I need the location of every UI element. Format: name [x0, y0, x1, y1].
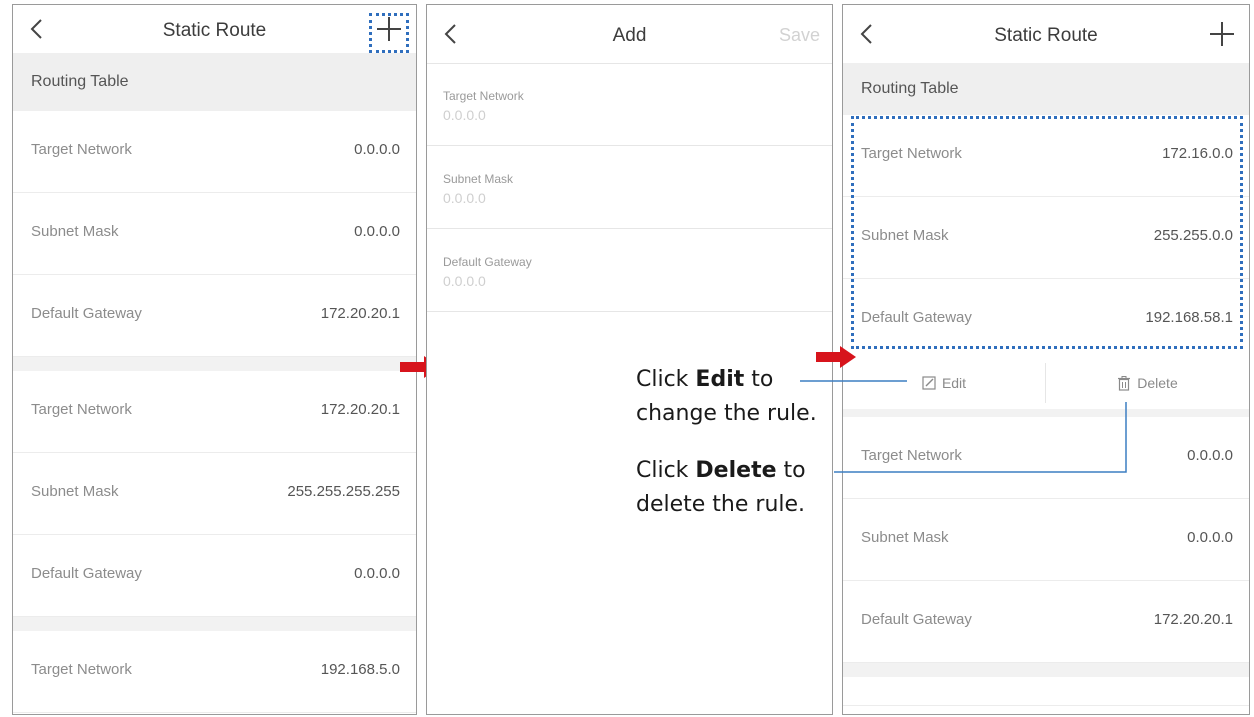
routing-table-heading: Routing Table: [843, 63, 1249, 115]
edit-icon: [922, 376, 936, 390]
route-row[interactable]: Default Gateway 172.20.20.1: [843, 581, 1249, 663]
row-value: 255.255.255.255: [287, 483, 400, 500]
edit-button[interactable]: Edit: [843, 357, 1045, 409]
row-value: 192.168.5.0: [320, 661, 400, 678]
routing-table-heading: Routing Table: [13, 53, 416, 111]
subnet-mask-input[interactable]: [443, 190, 643, 206]
row-label: Default Gateway: [31, 305, 142, 322]
red-arrow-icon: [816, 346, 856, 368]
header-bar: Static Route: [13, 5, 416, 54]
row-value: 172.20.20.1: [1153, 611, 1233, 628]
page-title: Static Route: [162, 20, 267, 41]
group-divider: [13, 617, 416, 631]
rule-actions-bar: Edit Delete: [843, 357, 1249, 410]
route-row[interactable]: Default Gateway 172.20.20.1: [13, 275, 416, 357]
default-gateway-input[interactable]: [443, 273, 643, 289]
group-divider: [843, 663, 1249, 677]
delete-label: Delete: [1137, 375, 1178, 391]
page-title: Add: [612, 25, 647, 46]
route-row[interactable]: Target Network 0.0.0.0: [843, 417, 1249, 499]
row-label: Target Network: [31, 141, 132, 158]
row-value: 0.0.0.0: [1187, 529, 1233, 546]
target-network-field: Target Network: [427, 63, 832, 146]
row-label: Target Network: [861, 447, 962, 464]
add-button-highlight: [369, 13, 409, 53]
row-value: 172.20.20.1: [320, 401, 400, 418]
group-divider: [13, 357, 416, 371]
route-row[interactable]: Subnet Mask 0.0.0.0: [13, 193, 416, 275]
edit-annotation: Click Edit to change the rule.: [636, 363, 819, 431]
route-row[interactable]: Default Gateway 0.0.0.0: [13, 535, 416, 617]
row-label: Default Gateway: [861, 611, 972, 628]
page-title: Static Route: [994, 25, 1098, 46]
row-label: Subnet Mask: [31, 483, 119, 500]
row-value: 0.0.0.0: [354, 223, 400, 240]
add-route-panel: Add Save Target Network Subnet Mask Defa…: [426, 4, 833, 715]
row-label: Default Gateway: [31, 565, 142, 582]
row-label: Subnet Mask: [861, 529, 949, 546]
route-row[interactable]: Target Network 172.20.20.1: [13, 371, 416, 453]
delete-annotation: Click Delete to delete the rule.: [636, 454, 808, 522]
route-row[interactable]: Subnet Mask 0.0.0.0: [843, 499, 1249, 581]
header-bar: Static Route: [843, 5, 1249, 64]
static-route-panel-selected: Static Route Routing Table Target Networ…: [842, 4, 1250, 715]
row-label: Target Network: [31, 401, 132, 418]
save-button[interactable]: Save: [779, 25, 820, 46]
add-icon[interactable]: [1207, 17, 1237, 51]
row-value: 172.20.20.1: [320, 305, 400, 322]
static-route-panel-list: Static Route Routing Table Target Networ…: [12, 4, 417, 715]
trash-icon: [1118, 375, 1131, 391]
header-bar: Add Save: [427, 5, 832, 64]
route-row[interactable]: Target Network 0.0.0.0: [13, 111, 416, 193]
row-value: 0.0.0.0: [354, 141, 400, 158]
delete-button[interactable]: Delete: [1046, 357, 1249, 409]
row-value: 0.0.0.0: [1187, 447, 1233, 464]
target-network-input[interactable]: [443, 107, 643, 123]
field-label: Target Network: [443, 89, 524, 103]
group-divider: [843, 409, 1249, 417]
row-label: Target Network: [31, 661, 132, 678]
row-label: Subnet Mask: [31, 223, 119, 240]
field-label: Default Gateway: [443, 255, 532, 269]
route-row[interactable]: Target Network 192.168.5.0: [13, 631, 416, 713]
default-gateway-field: Default Gateway: [427, 229, 832, 312]
field-label: Subnet Mask: [443, 172, 514, 186]
subnet-mask-field: Subnet Mask: [427, 146, 832, 229]
route-row[interactable]: Subnet Mask 255.255.255.255: [13, 453, 416, 535]
selected-rule-highlight: [851, 116, 1243, 349]
bottom-divider: [843, 705, 1249, 706]
row-value: 0.0.0.0: [354, 565, 400, 582]
edit-label: Edit: [941, 375, 967, 391]
